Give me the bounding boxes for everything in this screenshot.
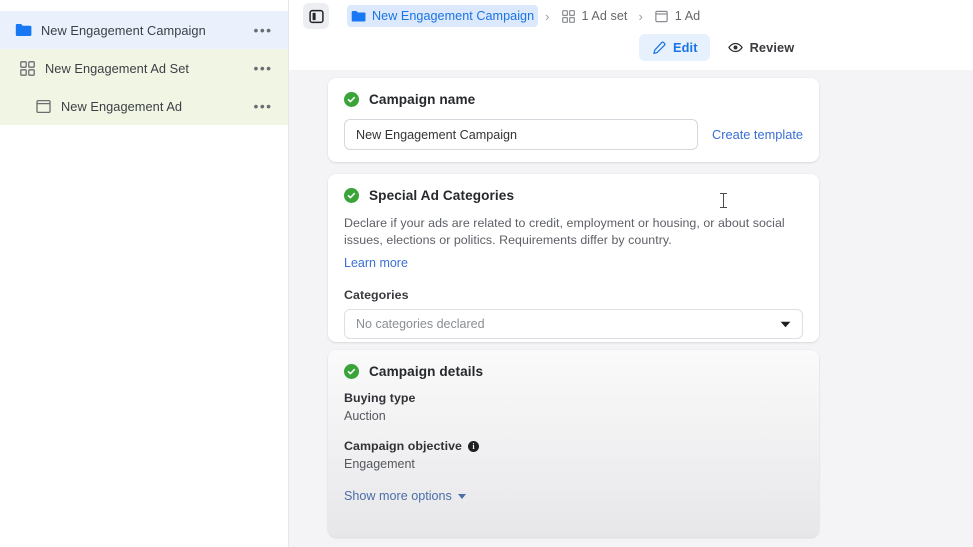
section-title: Special Ad Categories	[369, 188, 515, 203]
top-bar: New Engagement Campaign › 1 Ad set › 1 A…	[289, 0, 973, 70]
tab-label: Edit	[673, 40, 698, 55]
campaign-name-row: Create template	[344, 119, 803, 150]
categories-select[interactable]: No categories declared	[344, 309, 803, 339]
tab-label: Review	[749, 40, 795, 55]
info-icon[interactable]: i	[467, 440, 479, 452]
row-overflow-menu-button[interactable]: •••	[250, 17, 276, 43]
sidebar-item-campaign[interactable]: New Engagement Campaign •••	[0, 11, 288, 49]
sidebar-item-adset[interactable]: New Engagement Ad Set •••	[0, 49, 288, 87]
buying-type-value: Auction	[344, 409, 386, 423]
card-header: Special Ad Categories	[344, 188, 803, 203]
breadcrumb-label: 1 Ad set	[581, 9, 628, 23]
ad-frame-icon	[654, 9, 669, 24]
special-ad-description: Declare if your ads are related to credi…	[344, 216, 785, 247]
tab-edit[interactable]: Edit	[639, 34, 710, 61]
ads-manager-window: New Engagement Campaign ••• New Engageme…	[0, 0, 973, 547]
breadcrumb-separator: ›	[638, 8, 643, 24]
campaign-objective-block: Campaign objective i Engagement	[344, 439, 803, 471]
campaign-tree-sidebar: New Engagement Campaign ••• New Engageme…	[0, 0, 289, 547]
show-more-options-button[interactable]: Show more options	[344, 489, 466, 503]
main-panel: New Engagement Campaign › 1 Ad set › 1 A…	[289, 0, 973, 547]
learn-more-link[interactable]: Learn more	[344, 256, 408, 270]
row-overflow-menu-button[interactable]: •••	[250, 55, 276, 81]
page-title: Campaign name	[369, 92, 476, 107]
breadcrumb-item-campaign[interactable]: New Engagement Campaign	[347, 5, 539, 27]
sidebar-panel-icon[interactable]	[303, 3, 329, 29]
campaign-name-card: Campaign name Create template	[328, 78, 819, 162]
card-header: Campaign name	[344, 92, 803, 107]
campaign-name-input[interactable]	[344, 119, 698, 150]
grid-icon	[561, 9, 576, 24]
eye-icon	[727, 40, 743, 55]
breadcrumb-label: New Engagement Campaign	[372, 9, 535, 23]
create-template-link[interactable]: Create template	[712, 127, 803, 142]
breadcrumb-label: 1 Ad	[674, 9, 701, 23]
breadcrumb-item-ad[interactable]: 1 Ad	[650, 5, 704, 27]
show-more-options-label: Show more options	[344, 489, 452, 503]
pencil-icon	[651, 40, 666, 55]
campaign-objective-value: Engagement	[344, 457, 415, 471]
ad-frame-icon	[34, 97, 52, 115]
breadcrumb-item-adset[interactable]: 1 Ad set	[557, 5, 632, 27]
sidebar-item-label: New Engagement Ad Set	[45, 60, 190, 76]
sidebar-item-label: New Engagement Campaign	[41, 22, 206, 38]
chevron-down-icon	[780, 315, 791, 333]
campaign-details-card: Campaign details Buying type Auction Cam…	[328, 350, 819, 537]
categories-select-value: No categories declared	[356, 317, 485, 331]
sidebar-item-label: New Engagement Ad	[61, 98, 183, 114]
buying-type-block: Buying type Auction	[344, 391, 803, 423]
breadcrumb-separator: ›	[545, 8, 550, 24]
folder-icon	[351, 9, 366, 24]
green-check-icon	[344, 92, 359, 107]
mode-tabs: Edit Review	[639, 34, 806, 61]
grid-icon	[18, 59, 36, 77]
buying-type-label: Buying type	[344, 391, 416, 405]
special-ad-categories-card: Special Ad Categories Declare if your ad…	[328, 174, 819, 342]
row-overflow-menu-button[interactable]: •••	[250, 93, 276, 119]
green-check-icon	[344, 364, 359, 379]
card-header: Campaign details	[344, 364, 803, 379]
campaign-objective-label-row: Campaign objective i	[344, 439, 803, 453]
breadcrumb: New Engagement Campaign › 1 Ad set › 1 A…	[303, 3, 704, 29]
section-title: Campaign details	[369, 364, 484, 379]
campaign-form-content: Campaign name Create template Special Ad…	[289, 70, 973, 547]
categories-label: Categories	[344, 288, 409, 302]
campaign-objective-label: Campaign objective	[344, 439, 462, 453]
green-check-icon	[344, 188, 359, 203]
caret-down-icon	[457, 493, 466, 499]
folder-icon	[14, 21, 32, 39]
tab-review[interactable]: Review	[716, 34, 807, 61]
sidebar-item-ad[interactable]: New Engagement Ad •••	[0, 87, 288, 125]
